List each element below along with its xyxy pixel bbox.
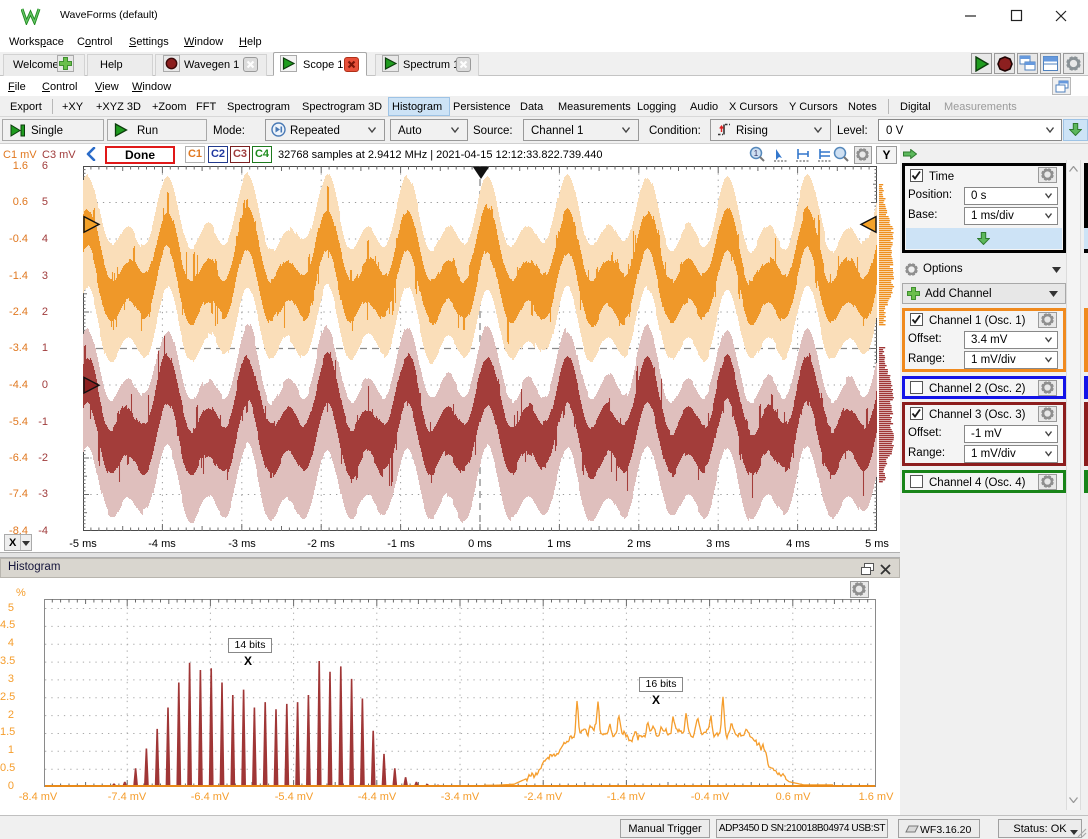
svg-text:1: 1 — [754, 149, 759, 158]
